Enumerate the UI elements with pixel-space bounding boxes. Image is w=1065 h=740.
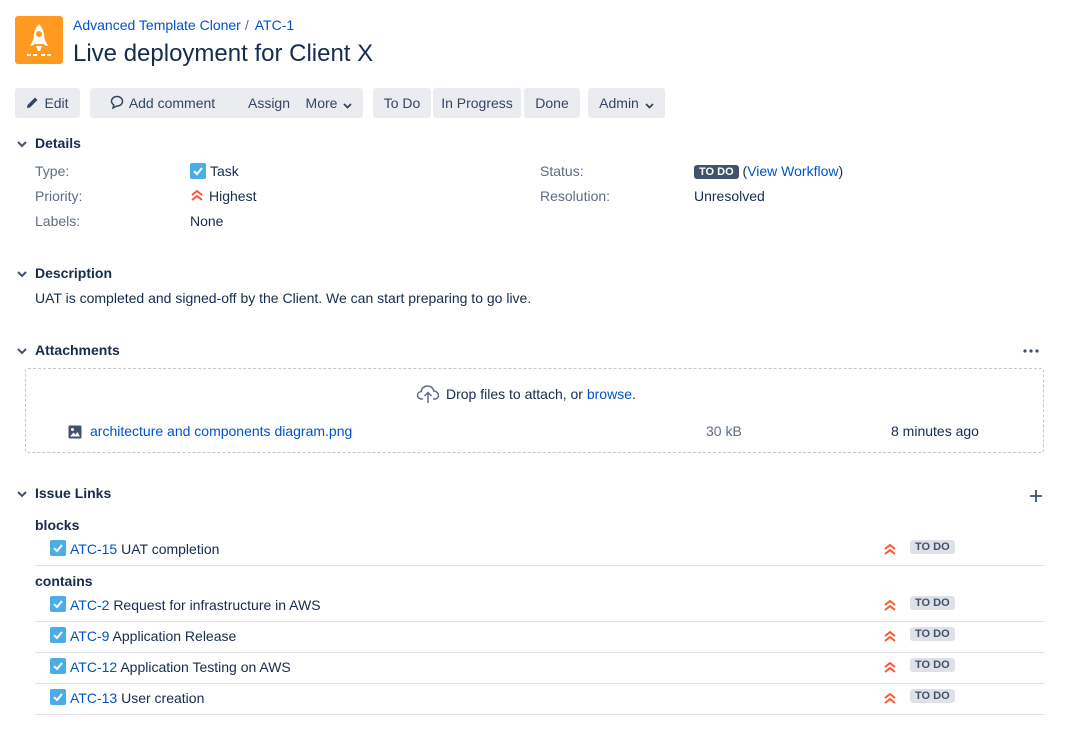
more-button[interactable]: More: [295, 88, 363, 118]
resolution-label: Resolution:: [540, 188, 611, 204]
task-checkbox-icon: [50, 658, 66, 674]
project-avatar-rocket-icon[interactable]: [15, 16, 63, 64]
collapse-chevron-icon[interactable]: [15, 267, 29, 281]
linked-issue-row[interactable]: ATC-15 UAT completion TO DO: [35, 535, 1044, 566]
resolution-value: Unresolved: [694, 188, 765, 204]
link-group-label: contains: [35, 573, 93, 589]
page-title: Live deployment for Client X: [73, 40, 374, 67]
attachment-age: 8 minutes ago: [891, 423, 979, 439]
collapse-chevron-icon[interactable]: [15, 344, 29, 358]
linked-issue-key-link[interactable]: ATC-13: [70, 690, 117, 706]
description-text[interactable]: UAT is completed and signed-off by the C…: [35, 290, 531, 306]
edit-button[interactable]: Edit: [15, 88, 80, 118]
link-group-label: blocks: [35, 517, 80, 533]
task-checkbox-icon: [50, 627, 66, 643]
breadcrumb-project-link[interactable]: Advanced Template Cloner: [73, 17, 241, 33]
pencil-icon: [26, 89, 39, 119]
task-checkbox-icon: [50, 596, 66, 612]
linked-issue-summary: Application Testing on AWS: [120, 659, 291, 675]
chevron-down-icon: [645, 89, 654, 119]
linked-issue-text: ATC-9 Application Release: [70, 628, 236, 644]
image-file-icon: [68, 425, 83, 440]
labels-value: None: [190, 213, 224, 229]
linked-issue-text: ATC-15 UAT completion: [70, 541, 219, 557]
double-chevron-up-icon: [883, 630, 897, 644]
to-do-transition-button[interactable]: To Do: [373, 88, 431, 118]
dropzone-text: Drop files to attach, or: [446, 386, 583, 402]
double-chevron-up-icon: [883, 692, 897, 706]
linked-issue-summary: User creation: [121, 690, 205, 706]
status-badge: TO DO: [910, 627, 955, 641]
type-label: Type:: [35, 163, 70, 179]
linked-issue-key-link[interactable]: ATC-12: [70, 659, 117, 675]
breadcrumb-issue-key-link[interactable]: ATC-1: [255, 17, 294, 33]
linked-issue-text: ATC-12 Application Testing on AWS: [70, 659, 291, 675]
linked-issue-summary: UAT completion: [121, 541, 220, 557]
linked-issue-summary: Request for infrastructure in AWS: [113, 597, 321, 613]
priority-value-text: Highest: [209, 188, 257, 204]
linked-issue-row[interactable]: ATC-9 Application Release TO DO: [35, 622, 1044, 653]
status-badge: TO DO: [910, 596, 955, 610]
breadcrumb: Advanced Template Cloner / ATC-1: [73, 17, 294, 33]
collapse-chevron-icon[interactable]: [15, 137, 29, 151]
more-label: More: [305, 95, 338, 111]
task-checkbox-icon: [50, 540, 66, 556]
linked-issue-text: ATC-13 User creation: [70, 690, 204, 706]
browse-link[interactable]: browse: [587, 386, 632, 402]
add-comment-label: Add comment: [128, 95, 216, 111]
priority-value: Highest: [190, 188, 256, 205]
linked-issue-row[interactable]: ATC-13 User creation TO DO: [35, 684, 1044, 715]
priority-label: Priority:: [35, 188, 83, 204]
chevron-down-icon: [343, 89, 353, 119]
status-value: TO DO (View Workflow): [694, 163, 843, 179]
edit-label: Edit: [44, 95, 69, 111]
double-chevron-up-icon: [883, 599, 897, 613]
task-checkbox-icon: [190, 163, 206, 182]
admin-label: Admin: [599, 95, 639, 111]
status-badge: TO DO: [910, 658, 955, 672]
cloud-upload-icon: [416, 383, 440, 408]
status-label: Status:: [540, 163, 584, 179]
dropzone-message: Drop files to attach, or browse.: [416, 383, 636, 408]
attachment-file-link[interactable]: architecture and components diagram.png: [90, 423, 352, 439]
linked-issue-key-link[interactable]: ATC-15: [70, 541, 117, 557]
double-chevron-up-icon: [190, 189, 204, 205]
status-badge: TO DO: [910, 689, 955, 703]
done-transition-button[interactable]: Done: [524, 88, 580, 118]
view-workflow-link[interactable]: View Workflow: [747, 163, 838, 179]
add-link-plus-icon[interactable]: [1028, 488, 1044, 504]
linked-issue-row[interactable]: ATC-12 Application Testing on AWS TO DO: [35, 653, 1044, 684]
admin-button[interactable]: Admin: [588, 88, 665, 118]
details-heading: Details: [35, 135, 81, 151]
add-comment-button[interactable]: Add comment: [90, 88, 235, 118]
attachment-size: 30 kB: [706, 423, 742, 439]
status-badge: TO DO: [694, 165, 739, 179]
double-chevron-up-icon: [883, 661, 897, 675]
linked-issue-text: ATC-2 Request for infrastructure in AWS: [70, 597, 321, 613]
linked-issue-summary: Application Release: [112, 628, 237, 644]
speech-bubble-icon: [110, 89, 124, 119]
breadcrumb-separator: /: [244, 17, 249, 33]
ellipsis-icon[interactable]: [1022, 343, 1040, 359]
issue-links-heading: Issue Links: [35, 485, 112, 501]
linked-issue-row[interactable]: ATC-2 Request for infrastructure in AWS …: [35, 591, 1044, 622]
in-progress-transition-button[interactable]: In Progress: [433, 88, 521, 118]
status-badge: TO DO: [910, 540, 955, 554]
linked-issue-key-link[interactable]: ATC-2: [70, 597, 109, 613]
labels-label: Labels:: [35, 213, 81, 229]
linked-issue-key-link[interactable]: ATC-9: [70, 628, 109, 644]
collapse-chevron-icon[interactable]: [15, 487, 29, 501]
description-heading: Description: [35, 265, 113, 281]
attachment-dropzone[interactable]: Drop files to attach, or browse. archite…: [25, 368, 1044, 453]
task-checkbox-icon: [50, 689, 66, 705]
dropzone-period: .: [631, 386, 636, 402]
attachments-heading: Attachments: [35, 342, 120, 358]
type-value: Task: [190, 163, 239, 182]
type-value-text: Task: [210, 163, 239, 179]
double-chevron-up-icon: [883, 543, 897, 557]
